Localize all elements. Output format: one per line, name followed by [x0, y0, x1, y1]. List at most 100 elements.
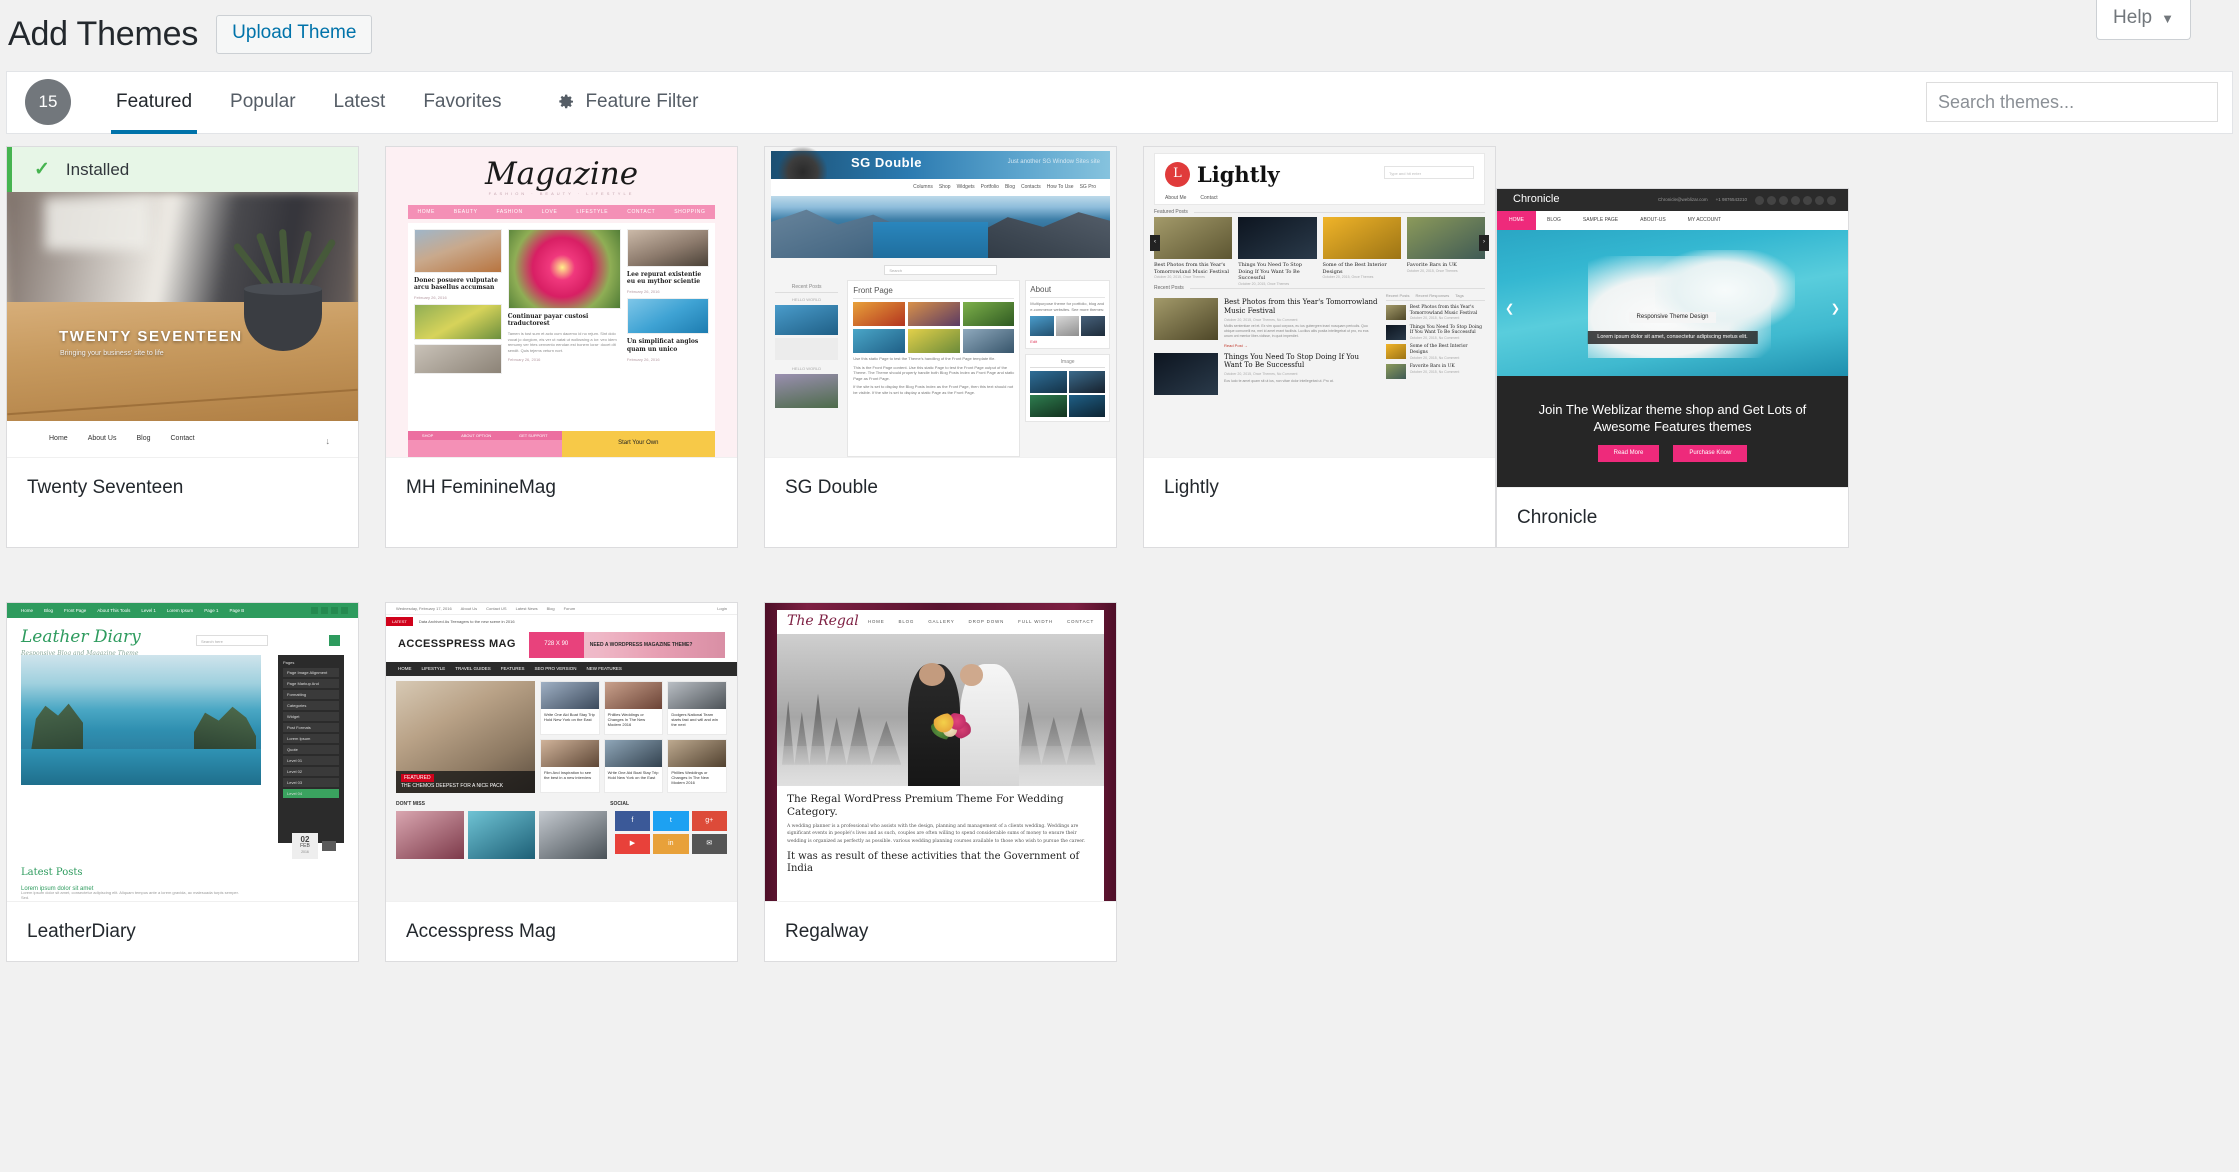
preview-login: Login	[717, 606, 727, 611]
preview-logo-sub: FASHION · BEAUTY · LIFESTYLE	[488, 191, 635, 196]
twitter-button: t	[653, 811, 689, 831]
upload-theme-button[interactable]: Upload Theme	[216, 14, 373, 54]
preview-nav-item: CONTACT	[627, 208, 656, 215]
tab-favorites[interactable]: Favorites	[404, 72, 520, 133]
preview-nav-item: Level 1	[141, 607, 156, 613]
instagram-icon	[1803, 195, 1812, 205]
carousel-prev-icon: ‹	[1150, 235, 1160, 251]
preview-nav-item: About Us	[87, 434, 117, 442]
tab-featured[interactable]: Featured	[97, 72, 211, 134]
theme-screenshot[interactable]: Home Blog Front Page About This Tools Le…	[7, 603, 358, 901]
theme-screenshot[interactable]: TWENTY SEVENTEEN Bringing your business'…	[7, 192, 358, 457]
tab-feature-filter[interactable]: Feature Filter	[536, 72, 717, 133]
theme-card[interactable]: ✓ Installed TWENTY SEVENTEEN Bringing yo…	[6, 146, 359, 548]
preview-nav-item: LIFESTYLE	[576, 208, 609, 215]
preview-date-badge: 02 FEB 2016	[292, 833, 318, 859]
check-icon: ✓	[34, 159, 50, 180]
theme-grid: ✓ Installed TWENTY SEVENTEEN Bringing yo…	[6, 134, 2233, 962]
tab-latest[interactable]: Latest	[315, 72, 405, 133]
preview-nav: HOME BLOG SAMPLE PAGE ABOUT-US MY ACCOUN…	[1497, 211, 1848, 230]
preview-nav-item: LOVE	[541, 208, 558, 215]
preview-nav-item: Page 1	[204, 607, 219, 613]
preview-sidebar-item: Categories	[283, 701, 339, 710]
theme-card[interactable]: SG Double Just another SG Window Sites s…	[764, 146, 1117, 548]
preview-tab-handle	[322, 841, 336, 851]
help-tab[interactable]: Help ▼	[2096, 0, 2191, 40]
installed-label: Installed	[65, 159, 130, 179]
preview-nav-item: Contact	[170, 434, 195, 442]
preview-nav-item: Forum	[563, 606, 576, 611]
preview-nav-item: SEO PRO VERSION	[534, 666, 577, 672]
page-header: Add Themes Upload Theme	[0, 0, 2239, 61]
theme-card[interactable]: Magazine FASHION · BEAUTY · LIFESTYLE HO…	[385, 146, 738, 548]
preview-ad-text: NEED A WORDPRESS MAGAZINE THEME?	[589, 642, 693, 648]
preview-tagline: Bringing your business' site to life	[60, 350, 164, 358]
theme-screenshot[interactable]: L Lightly Type and hit enter About Me Co…	[1144, 147, 1495, 457]
preview-sidebar-item: Quote	[283, 745, 339, 754]
preview-aside-tab: Tags	[1455, 293, 1464, 298]
preview-headline: Donec posuere vulputate arcu basellus ac…	[414, 277, 498, 292]
preview-nav-item: FULL WIDTH	[1018, 619, 1053, 625]
preview-meta: February 26, 2016	[626, 356, 660, 362]
preview-nav-item: Page B	[229, 607, 245, 613]
preview-headline: Un simplificat anglos quam un unico	[626, 338, 699, 353]
youtube-button: ▶	[614, 834, 651, 854]
preview-paragraph: If the site is set to display the Blog P…	[853, 384, 1014, 395]
preview-card-title: Dodgers National Team starts fast and wi…	[671, 712, 719, 728]
theme-screenshot[interactable]: Magazine FASHION · BEAUTY · LIFESTYLE HO…	[386, 147, 737, 457]
preview-nav-item: Latest News	[515, 606, 538, 611]
rss-icon	[1827, 195, 1836, 205]
preview-footer-btn: GET SUPPORT	[519, 433, 548, 438]
theme-screenshot[interactable]: The Regal HOME BLOG GALLERY DROP DOWN FU…	[765, 603, 1116, 901]
theme-card[interactable]: Wednesday, February 17, 2016 About Us Co…	[385, 602, 738, 962]
preview-sidebar-item: Level 01	[283, 756, 339, 765]
tab-popular[interactable]: Popular	[211, 72, 315, 133]
preview-nav-item: Blog	[546, 606, 555, 611]
preview-featured-title: THE CHEMOS DEEPEST FOR A NICE PACK	[401, 782, 504, 789]
theme-card[interactable]: L Lightly Type and hit enter About Me Co…	[1143, 146, 1496, 548]
preview-post-meta: October 20, 2015, Once Themes, No Commen…	[1224, 372, 1298, 377]
preview-nav-item: Home	[21, 607, 34, 613]
preview-site-title: TWENTY SEVENTEEN	[59, 328, 243, 346]
theme-name: Accesspress Mag	[386, 901, 737, 961]
theme-card[interactable]: The Regal HOME BLOG GALLERY DROP DOWN FU…	[764, 602, 1117, 962]
theme-name: SG Double	[765, 457, 1116, 517]
preview-featured-title: Best Photos from this Year's Tomorrowlan…	[1154, 262, 1229, 275]
theme-card[interactable]: Chronicle Chronicle@weblizar.com +1 9876…	[1496, 188, 1849, 548]
preview-meta: February 26, 2016	[626, 289, 660, 295]
preview-cta-heading: Join The Weblizar theme shop and Get Lot…	[1538, 401, 1807, 435]
preview-site-title: Chronicle	[1513, 193, 1560, 206]
preview-nav-item: About Us	[460, 606, 478, 611]
preview-body: Tamen is tost sum et acto cum dacemo id …	[507, 331, 617, 353]
preview-nav-item: NEW FEATURES	[586, 666, 622, 672]
preview-nav: HOME LIFESTYLE TRAVEL GUIDES FEATURES SE…	[386, 662, 737, 676]
preview-nav-item: Front Page	[64, 607, 87, 613]
preview-nav-item: BEAUTY	[453, 208, 478, 215]
preview-sidebar-item: Level 04	[283, 789, 339, 798]
theme-screenshot[interactable]: Wednesday, February 17, 2016 About Us Co…	[386, 603, 737, 901]
preview-card-title: Phillies Weddings or Changes In The New …	[671, 770, 709, 786]
mail-button: ✉	[691, 834, 727, 854]
preview-sidebar-item: Widget	[283, 712, 339, 721]
theme-screenshot[interactable]: Chronicle Chronicle@weblizar.com +1 9876…	[1497, 189, 1848, 487]
preview-nav-item: HOME	[867, 619, 885, 625]
search-input[interactable]	[1926, 82, 2218, 123]
preview-nav-item: Blog	[1004, 184, 1015, 191]
preview-meta: February 26, 2016	[414, 295, 447, 301]
theme-screenshot[interactable]: SG Double Just another SG Window Sites s…	[765, 147, 1116, 457]
preview-latest-heading: Latest Posts	[21, 866, 83, 878]
theme-name: Twenty Seventeen	[7, 457, 358, 517]
preview-post-excerpt: Lorem ipsum dolor sit amet, consectetur …	[21, 889, 239, 901]
preview-paragraph: This is the Front Page content. Use this…	[853, 364, 1015, 381]
preview-cta-button: Purchase Know	[1673, 444, 1748, 463]
preview-social-heading: SOCIAL	[610, 801, 629, 807]
preview-nav-item: HOME	[417, 208, 435, 215]
twitter-icon	[321, 607, 328, 614]
preview-nav-item: GALLERY	[928, 619, 955, 625]
preview-recent-heading: Recent Posts	[1154, 285, 1184, 291]
preview-search-field: Search	[884, 265, 997, 275]
preview-logo-badge: L	[1165, 162, 1190, 187]
preview-footer-btn: SHOP	[421, 433, 434, 438]
preview-read-more: Read Post →	[1224, 342, 1248, 348]
theme-card[interactable]: Home Blog Front Page About This Tools Le…	[6, 602, 359, 962]
